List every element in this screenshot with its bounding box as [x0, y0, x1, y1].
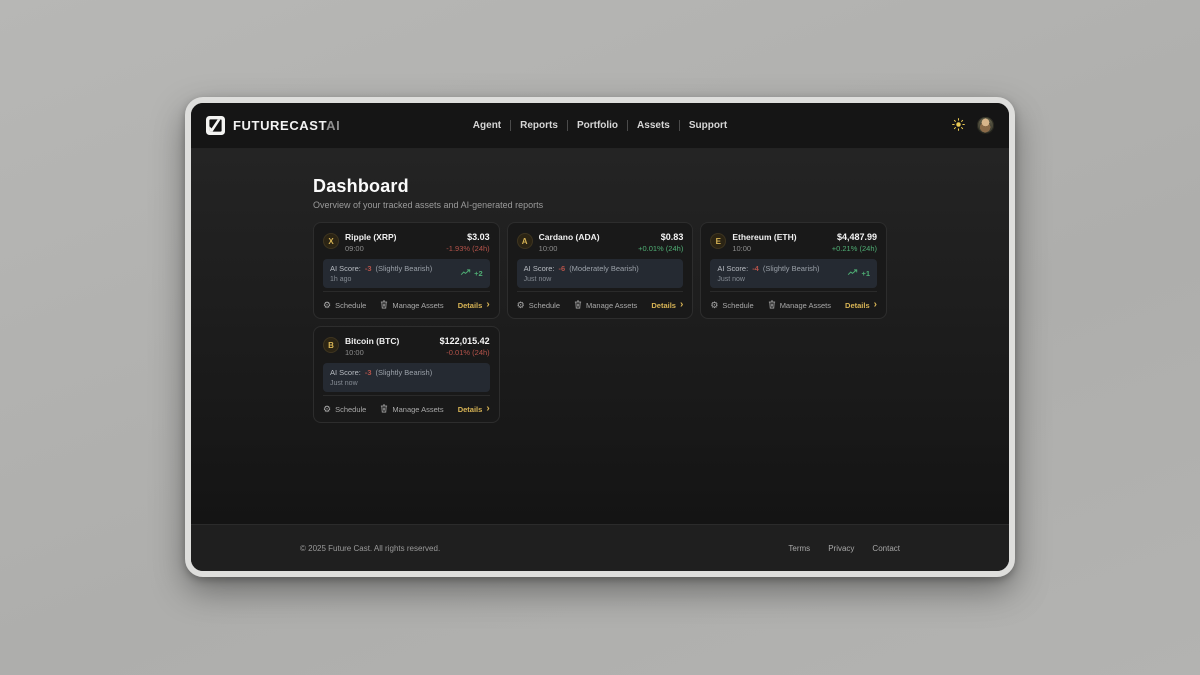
sun-icon [952, 118, 965, 134]
details-button[interactable]: Details › [458, 404, 490, 414]
ai-sentiment: (Slightly Bearish) [763, 264, 820, 273]
asset-cards-grid: X Ripple (XRP) 09:00 $3.03 -1.93% (24h) … [313, 222, 887, 423]
asset-time: 10:00 [345, 348, 399, 357]
nav-item-portfolio[interactable]: Portfolio [568, 117, 627, 134]
page-title: Dashboard [313, 176, 887, 197]
app-header: FUTURECASTAI AgentReportsPortfolioAssets… [191, 103, 1009, 149]
copyright-text: © 2025 Future Cast. All rights reserved. [300, 544, 440, 553]
manage-assets-button[interactable]: Manage Assets [768, 300, 831, 311]
trash-icon [380, 404, 388, 415]
manage-assets-button[interactable]: Manage Assets [574, 300, 637, 311]
ai-score-panel: AI Score: -4 (Slightly Bearish) Just now… [710, 259, 877, 288]
ai-score-panel: AI Score: -6 (Moderately Bearish) Just n… [517, 259, 684, 288]
details-button[interactable]: Details › [651, 300, 683, 310]
app-window: FUTURECASTAI AgentReportsPortfolioAssets… [185, 97, 1015, 577]
footer-link-contact[interactable]: Contact [872, 544, 900, 553]
ai-score-label: AI Score: [717, 264, 748, 273]
ai-sentiment: (Moderately Bearish) [569, 264, 639, 273]
brand-logo-icon [206, 116, 225, 135]
asset-card: E Ethereum (ETH) 10:00 $4,487.99 +0.21% … [700, 222, 887, 319]
trend-value: +2 [474, 269, 483, 278]
desktop-background: FUTURECASTAI AgentReportsPortfolioAssets… [0, 0, 1200, 675]
schedule-button[interactable]: ⚙ Schedule [710, 301, 753, 310]
ai-updated-time: 1h ago [330, 276, 432, 283]
schedule-button[interactable]: ⚙ Schedule [323, 301, 366, 310]
footer-link-terms[interactable]: Terms [788, 544, 810, 553]
asset-initial-icon: B [323, 337, 339, 353]
brand-name: FUTURECASTAI [233, 118, 340, 133]
ai-updated-time: Just now [717, 276, 819, 283]
trend-badge: +2 [460, 269, 483, 278]
ai-score-label: AI Score: [524, 264, 555, 273]
ai-sentiment: (Slightly Bearish) [376, 368, 433, 377]
trending-up-icon [460, 269, 471, 278]
asset-card: X Ripple (XRP) 09:00 $3.03 -1.93% (24h) … [313, 222, 500, 319]
asset-name: Ethereum (ETH) [732, 232, 796, 242]
nav-item-reports[interactable]: Reports [511, 117, 567, 134]
ai-updated-time: Just now [330, 380, 432, 387]
header-right [950, 116, 994, 136]
ai-score-label: AI Score: [330, 368, 361, 377]
asset-price: $122,015.42 [440, 336, 490, 346]
asset-initial-icon: E [710, 233, 726, 249]
asset-time: 09:00 [345, 244, 396, 253]
asset-price: $0.83 [661, 232, 684, 242]
page-subtitle: Overview of your tracked assets and AI-g… [313, 200, 887, 210]
app-footer: © 2025 Future Cast. All rights reserved.… [191, 524, 1009, 571]
nav-item-support[interactable]: Support [680, 117, 736, 134]
main-content: Dashboard Overview of your tracked asset… [191, 149, 1009, 524]
nav-item-agent[interactable]: Agent [464, 117, 510, 134]
nav-item-assets[interactable]: Assets [628, 117, 679, 134]
asset-change: +0.01% (24h) [638, 244, 683, 253]
ai-score-value: -3 [365, 368, 372, 377]
schedule-button[interactable]: ⚙ Schedule [517, 301, 560, 310]
chevron-right-icon: › [680, 300, 683, 310]
manage-assets-button[interactable]: Manage Assets [380, 404, 443, 415]
trash-icon [768, 300, 776, 311]
chevron-right-icon: › [486, 300, 489, 310]
user-avatar[interactable] [977, 117, 994, 134]
gear-icon: ⚙ [323, 301, 331, 310]
asset-name: Cardano (ADA) [539, 232, 600, 242]
asset-change: -1.93% (24h) [446, 244, 489, 253]
ai-score-value: -3 [365, 264, 372, 273]
asset-card: A Cardano (ADA) 10:00 $0.83 +0.01% (24h)… [507, 222, 694, 319]
asset-card: B Bitcoin (BTC) 10:00 $122,015.42 -0.01%… [313, 326, 500, 423]
schedule-button[interactable]: ⚙ Schedule [323, 405, 366, 414]
asset-change: +0.21% (24h) [832, 244, 877, 253]
trending-up-icon [847, 269, 858, 278]
asset-price: $4,487.99 [837, 232, 877, 242]
ai-score-panel: AI Score: -3 (Slightly Bearish) Just now [323, 363, 490, 392]
footer-link-privacy[interactable]: Privacy [828, 544, 854, 553]
ai-score-value: -4 [752, 264, 759, 273]
gear-icon: ⚙ [323, 405, 331, 414]
chevron-right-icon: › [486, 404, 489, 414]
asset-price: $3.03 [467, 232, 490, 242]
asset-name: Ripple (XRP) [345, 232, 396, 242]
trend-value: +1 [861, 269, 870, 278]
gear-icon: ⚙ [517, 301, 525, 310]
ai-sentiment: (Slightly Bearish) [376, 264, 433, 273]
asset-time: 10:00 [732, 244, 796, 253]
ai-score-label: AI Score: [330, 264, 361, 273]
trash-icon [574, 300, 582, 311]
asset-change: -0.01% (24h) [446, 348, 489, 357]
asset-name: Bitcoin (BTC) [345, 336, 399, 346]
trend-badge: +1 [847, 269, 870, 278]
manage-assets-button[interactable]: Manage Assets [380, 300, 443, 311]
asset-initial-icon: A [517, 233, 533, 249]
theme-toggle-button[interactable] [950, 116, 967, 136]
details-button[interactable]: Details › [458, 300, 490, 310]
asset-initial-icon: X [323, 233, 339, 249]
brand[interactable]: FUTURECASTAI [206, 116, 340, 135]
asset-time: 10:00 [539, 244, 600, 253]
trash-icon [380, 300, 388, 311]
footer-links: Terms Privacy Contact [788, 544, 900, 553]
ai-score-value: -6 [559, 264, 566, 273]
ai-updated-time: Just now [524, 276, 639, 283]
ai-score-panel: AI Score: -3 (Slightly Bearish) 1h ago +… [323, 259, 490, 288]
chevron-right-icon: › [874, 300, 877, 310]
details-button[interactable]: Details › [845, 300, 877, 310]
gear-icon: ⚙ [710, 301, 718, 310]
